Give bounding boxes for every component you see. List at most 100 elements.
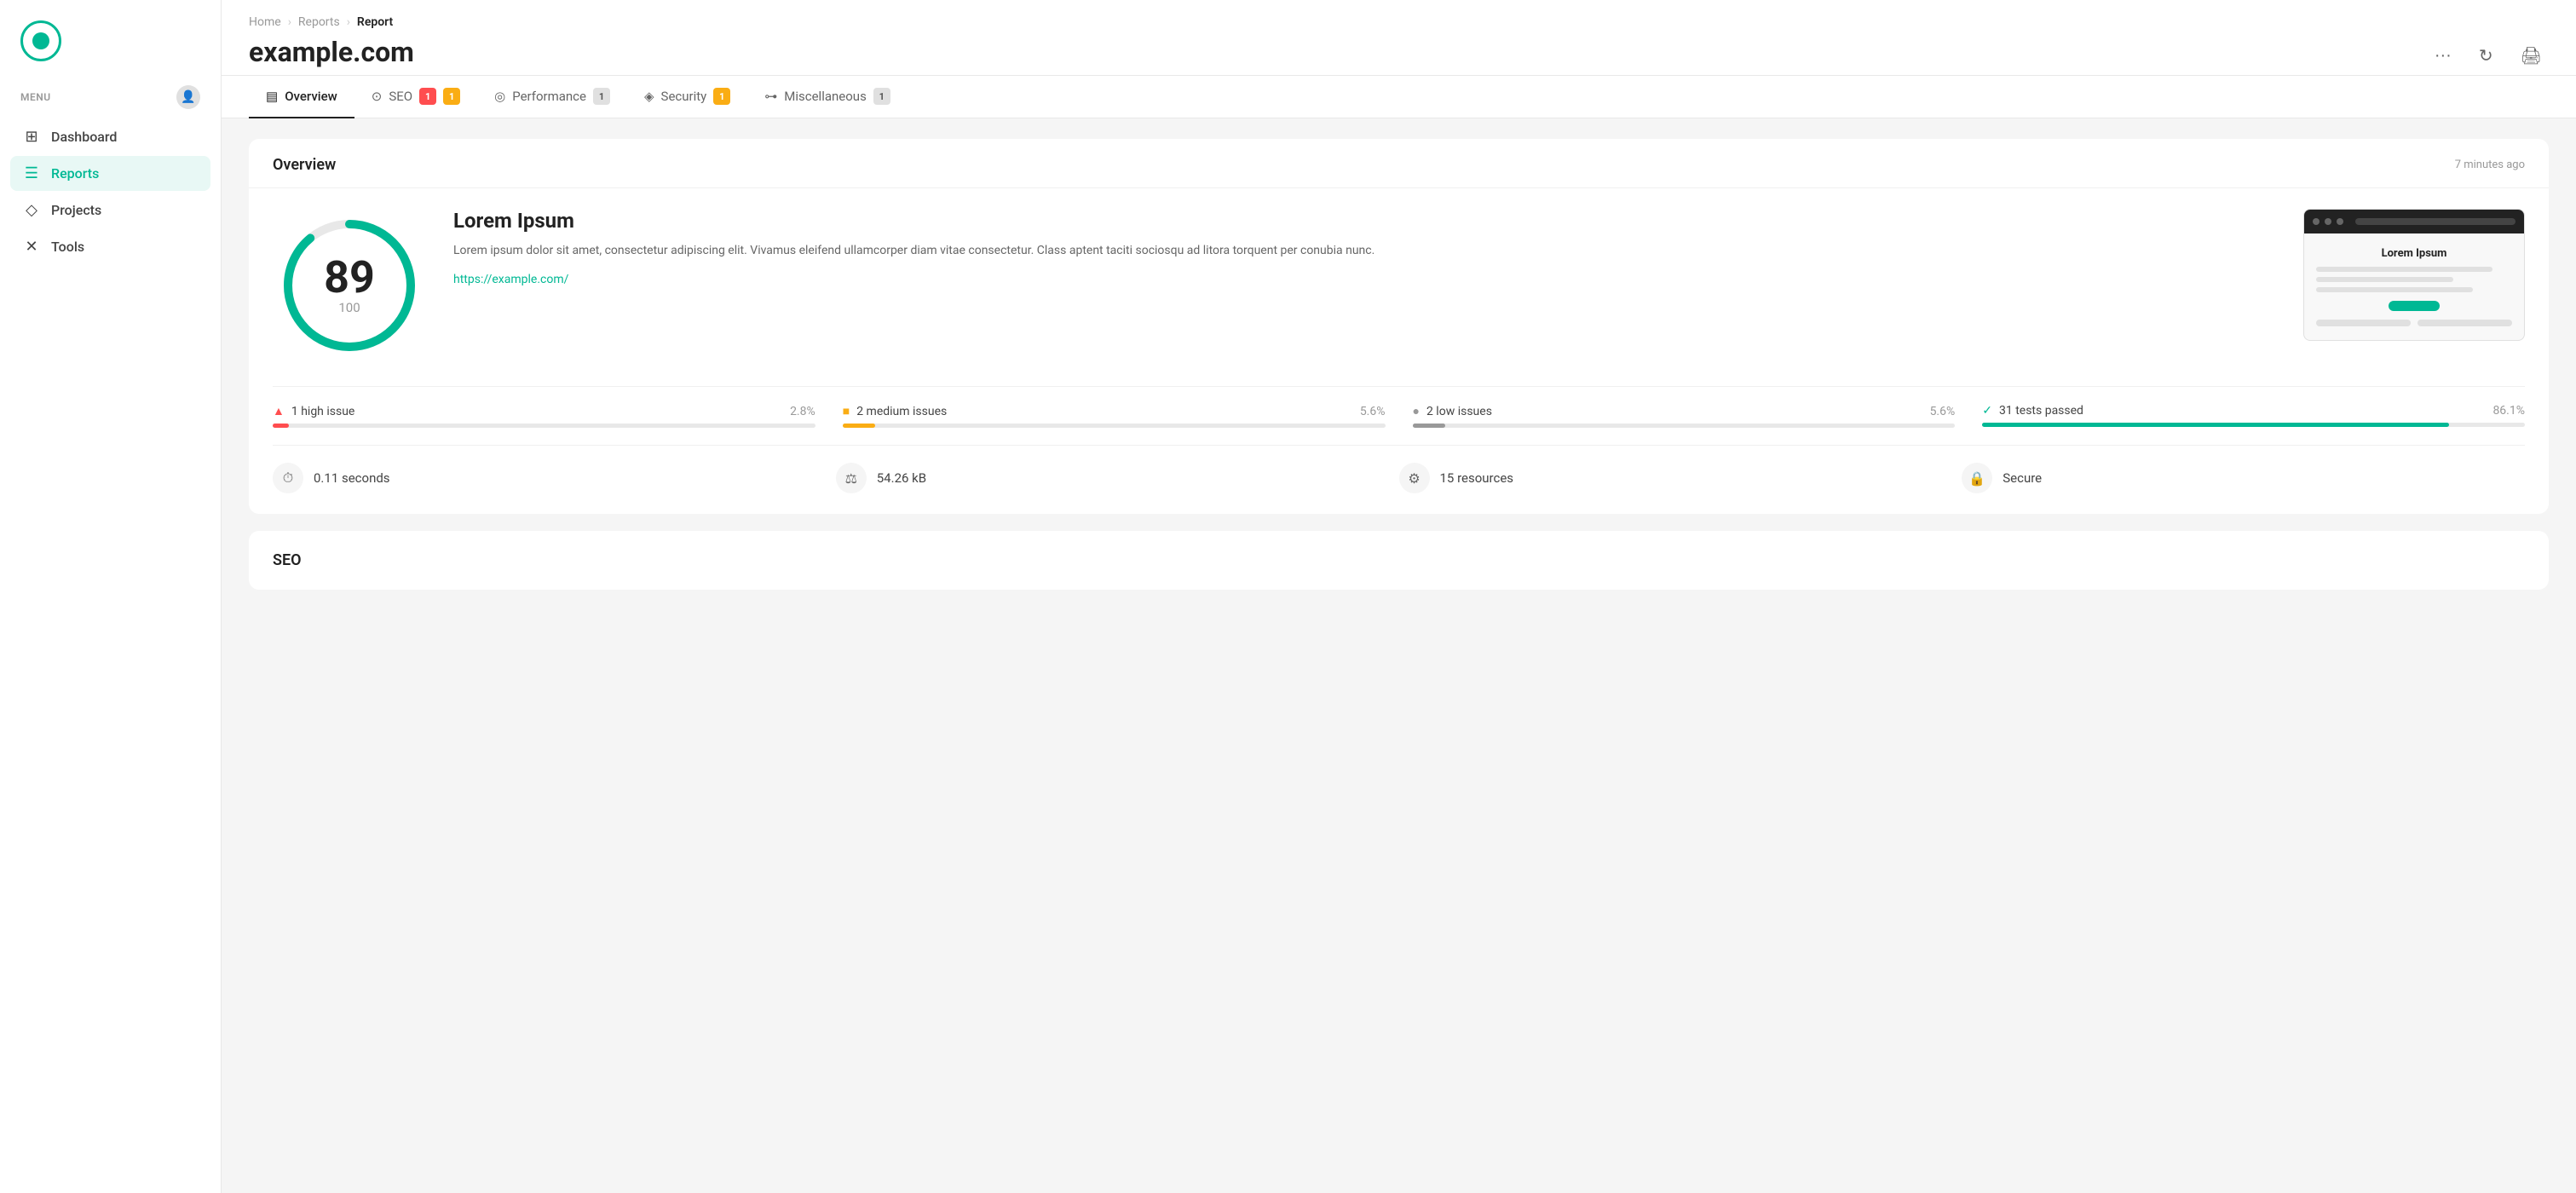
metric-time: ⏱ 0.11 seconds	[273, 463, 836, 493]
time-icon: ⏱	[273, 463, 303, 493]
tab-security-icon: ◈	[644, 89, 654, 104]
menu-label: MENU	[20, 91, 51, 103]
dashboard-icon: ⊞	[22, 128, 41, 146]
stat-low-bar	[1413, 424, 1956, 428]
stat-low-issues: ● 2 low issues 5.6%	[1413, 404, 1956, 428]
overview-card-body: 89 100 Lorem Ipsum Lorem ipsum dolor sit…	[249, 188, 2549, 514]
stat-passed-bar-fill	[1982, 423, 2449, 427]
sidebar-item-dashboard[interactable]: ⊞ Dashboard	[10, 119, 210, 154]
tab-seo[interactable]: ⊙ SEO 1 1	[354, 76, 477, 118]
breadcrumb: Home › Reports › Report	[249, 0, 2549, 36]
stat-low-pct: 5.6%	[1930, 405, 1956, 418]
thumb-body: Lorem Ipsum	[2304, 233, 2524, 340]
site-preview-thumbnail: Lorem Ipsum	[2303, 209, 2525, 341]
more-options-button[interactable]: ···	[2428, 43, 2458, 69]
sidebar-item-projects[interactable]: ◇ Projects	[10, 193, 210, 228]
stat-passed-pct: 86.1%	[2492, 404, 2525, 418]
tab-overview-label: Overview	[285, 89, 337, 104]
content-area: Overview 7 minutes ago 89	[222, 118, 2576, 610]
thumb-line-1	[2316, 267, 2492, 272]
tab-miscellaneous[interactable]: ⊶ Miscellaneous 1	[747, 76, 908, 118]
reports-icon: ☰	[22, 164, 41, 182]
thumb-dot-1	[2313, 218, 2320, 225]
topbar: Home › Reports › Report example.com ··· …	[222, 0, 2576, 76]
breadcrumb-home[interactable]: Home	[249, 15, 281, 29]
overview-card-header: Overview 7 minutes ago	[249, 139, 2549, 188]
metric-resources-value: 15 resources	[1440, 470, 1514, 486]
stat-low-header: ● 2 low issues 5.6%	[1413, 404, 1956, 418]
site-url[interactable]: https://example.com/	[453, 273, 568, 286]
sidebar-item-reports[interactable]: ☰ Reports	[10, 156, 210, 191]
tools-icon: ✕	[22, 238, 41, 256]
tab-overview[interactable]: ▤ Overview	[249, 76, 354, 118]
score-circle: 89 100	[273, 209, 426, 362]
stat-high-label: ▲ 1 high issue	[273, 404, 354, 418]
tab-overview-icon: ▤	[266, 89, 278, 104]
tab-misc-icon: ⊶	[764, 89, 777, 104]
tab-performance[interactable]: ◎ Performance 1	[477, 76, 627, 118]
stat-medium-bar-fill	[843, 424, 875, 428]
stat-high-header: ▲ 1 high issue 2.8%	[273, 404, 815, 418]
breadcrumb-current: Report	[357, 15, 393, 29]
thumb-url-bar	[2355, 218, 2515, 225]
high-issue-text: 1 high issue	[291, 405, 355, 418]
overview-card-time: 7 minutes ago	[2455, 158, 2525, 171]
stat-medium-pct: 5.6%	[1360, 405, 1386, 418]
stat-passed-tests: ✓ 31 tests passed 86.1%	[1982, 404, 2525, 428]
overview-info: Lorem Ipsum Lorem ipsum dolor sit amet, …	[453, 209, 2276, 286]
sidebar-item-label: Tools	[51, 239, 84, 255]
stat-medium-label: ■ 2 medium issues	[843, 404, 948, 418]
metric-size-value: 54.26 kB	[877, 470, 926, 486]
overview-main: 89 100 Lorem Ipsum Lorem ipsum dolor sit…	[273, 209, 2525, 362]
main-content: Home › Reports › Report example.com ··· …	[222, 0, 2576, 1193]
stat-high-pct: 2.8%	[790, 405, 815, 418]
stat-low-label: ● 2 low issues	[1413, 404, 1492, 418]
site-title: Lorem Ipsum	[453, 209, 2276, 233]
breadcrumb-reports[interactable]: Reports	[298, 15, 340, 29]
metric-secure: 🔒 Secure	[1962, 463, 2525, 493]
tabs-bar: ▤ Overview ⊙ SEO 1 1 ◎ Performance 1 ◈ S…	[222, 76, 2576, 118]
medium-issue-icon: ■	[843, 404, 850, 418]
tab-seo-label: SEO	[389, 89, 412, 104]
logo	[0, 0, 221, 78]
page-title-row: example.com ··· ↻ 🖨	[249, 36, 2549, 75]
tab-performance-icon: ◎	[494, 89, 505, 104]
thumb-title: Lorem Ipsum	[2316, 247, 2512, 260]
sidebar-menu-header: MENU 👤	[0, 78, 221, 119]
stat-passed-header: ✓ 31 tests passed 86.1%	[1982, 404, 2525, 418]
print-button[interactable]: 🖨	[2514, 42, 2549, 70]
sidebar-item-label: Reports	[51, 165, 99, 182]
sidebar-item-tools[interactable]: ✕ Tools	[10, 229, 210, 264]
sidebar-item-label: Dashboard	[51, 129, 117, 145]
breadcrumb-sep-1: ›	[288, 15, 291, 29]
metric-time-value: 0.11 seconds	[314, 470, 390, 486]
projects-icon: ◇	[22, 201, 41, 219]
sidebar-nav: ⊞ Dashboard ☰ Reports ◇ Projects ✕ Tools	[0, 119, 221, 264]
high-issue-icon: ▲	[273, 404, 285, 418]
resources-icon: ⚙	[1399, 463, 1430, 493]
stat-high-bar	[273, 424, 815, 428]
size-icon: ⚖	[836, 463, 867, 493]
thumb-line-2	[2316, 277, 2453, 282]
user-avatar[interactable]: 👤	[176, 85, 200, 109]
seo-badge-red: 1	[419, 88, 436, 105]
thumb-dot-3	[2337, 218, 2343, 225]
topbar-actions: ··· ↻ 🖨	[2428, 42, 2549, 70]
score-text: 89 100	[324, 256, 375, 315]
stat-high-bar-fill	[273, 424, 289, 428]
overview-card: Overview 7 minutes ago 89	[249, 139, 2549, 514]
page-title: example.com	[249, 36, 414, 75]
tab-security[interactable]: ◈ Security 1	[627, 76, 747, 118]
security-badge: 1	[713, 88, 730, 105]
tab-seo-icon: ⊙	[372, 89, 383, 104]
logo-circle	[20, 20, 61, 61]
passed-icon: ✓	[1982, 404, 1992, 418]
sidebar-item-label: Projects	[51, 202, 101, 218]
breadcrumb-sep-2: ›	[347, 15, 350, 29]
thumb-cta-button	[2389, 301, 2440, 311]
sidebar: MENU 👤 ⊞ Dashboard ☰ Reports ◇ Projects …	[0, 0, 222, 1193]
stat-medium-issues: ■ 2 medium issues 5.6%	[843, 404, 1386, 428]
refresh-button[interactable]: ↻	[2472, 42, 2500, 70]
thumb-browser-bar	[2304, 210, 2524, 233]
stat-medium-bar	[843, 424, 1386, 428]
